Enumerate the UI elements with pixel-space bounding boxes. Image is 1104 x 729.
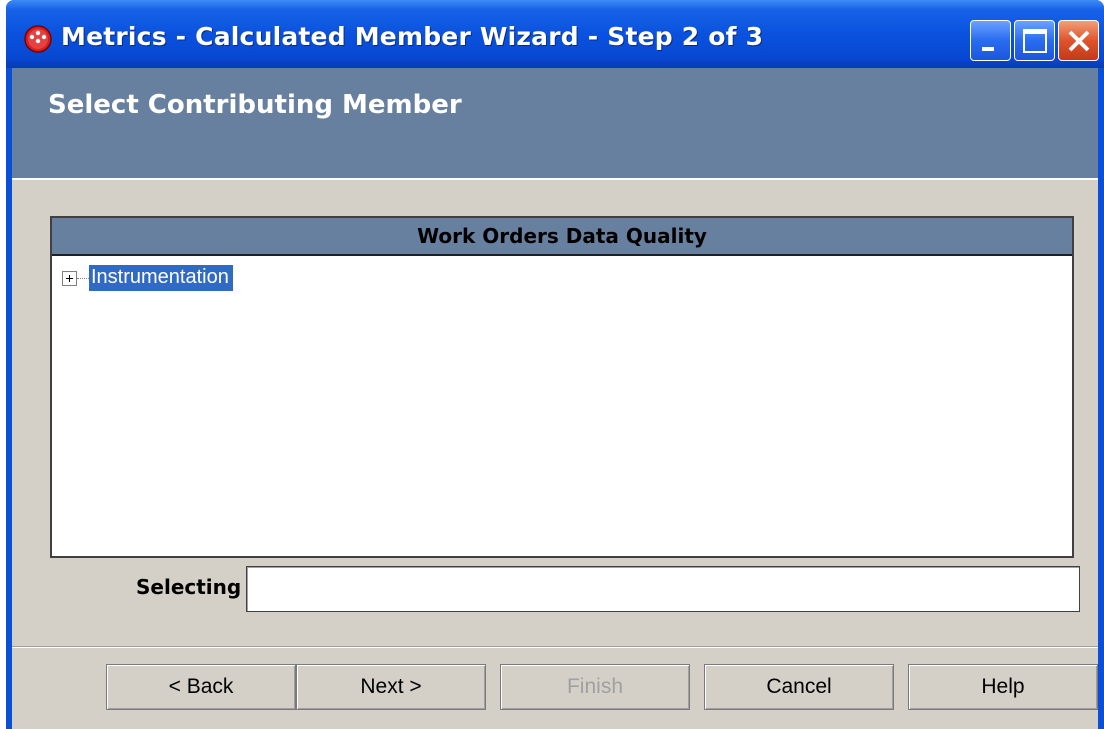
tree-node-label[interactable]: Instrumentation (89, 265, 233, 291)
member-tree-panel[interactable]: Work Orders Data Quality Instrumentation (50, 216, 1074, 558)
minimize-button[interactable] (970, 20, 1011, 61)
wizard-window: Metrics - Calculated Member Wizard - Ste… (6, 0, 1104, 729)
finish-button[interactable]: Finish (500, 664, 690, 710)
tree-node-instrumentation[interactable]: Instrumentation (62, 264, 233, 292)
selecting-field[interactable] (246, 566, 1080, 612)
close-button[interactable] (1058, 20, 1099, 61)
cancel-button[interactable]: Cancel (704, 664, 894, 710)
window-title: Metrics - Calculated Member Wizard - Ste… (61, 22, 764, 51)
maximize-button[interactable] (1014, 20, 1055, 61)
maximize-icon (1023, 29, 1047, 53)
button-separator (12, 646, 1098, 648)
minimize-icon (982, 47, 994, 51)
expand-plus-icon[interactable] (62, 270, 77, 286)
selecting-label: Selecting (136, 575, 242, 599)
app-icon (23, 24, 53, 54)
wizard-header: Select Contributing Member (12, 68, 1098, 180)
close-icon (1068, 30, 1090, 52)
back-button[interactable]: < Back (106, 664, 296, 710)
title-bar[interactable]: Metrics - Calculated Member Wizard - Ste… (6, 0, 1104, 68)
next-button[interactable]: Next > (296, 664, 486, 710)
tree-header: Work Orders Data Quality (52, 218, 1072, 256)
help-button[interactable]: Help (908, 664, 1098, 710)
tree-connector-line (77, 277, 89, 279)
dialog-client-area: Select Contributing Member Work Orders D… (12, 68, 1098, 729)
step-title: Select Contributing Member (48, 90, 462, 120)
